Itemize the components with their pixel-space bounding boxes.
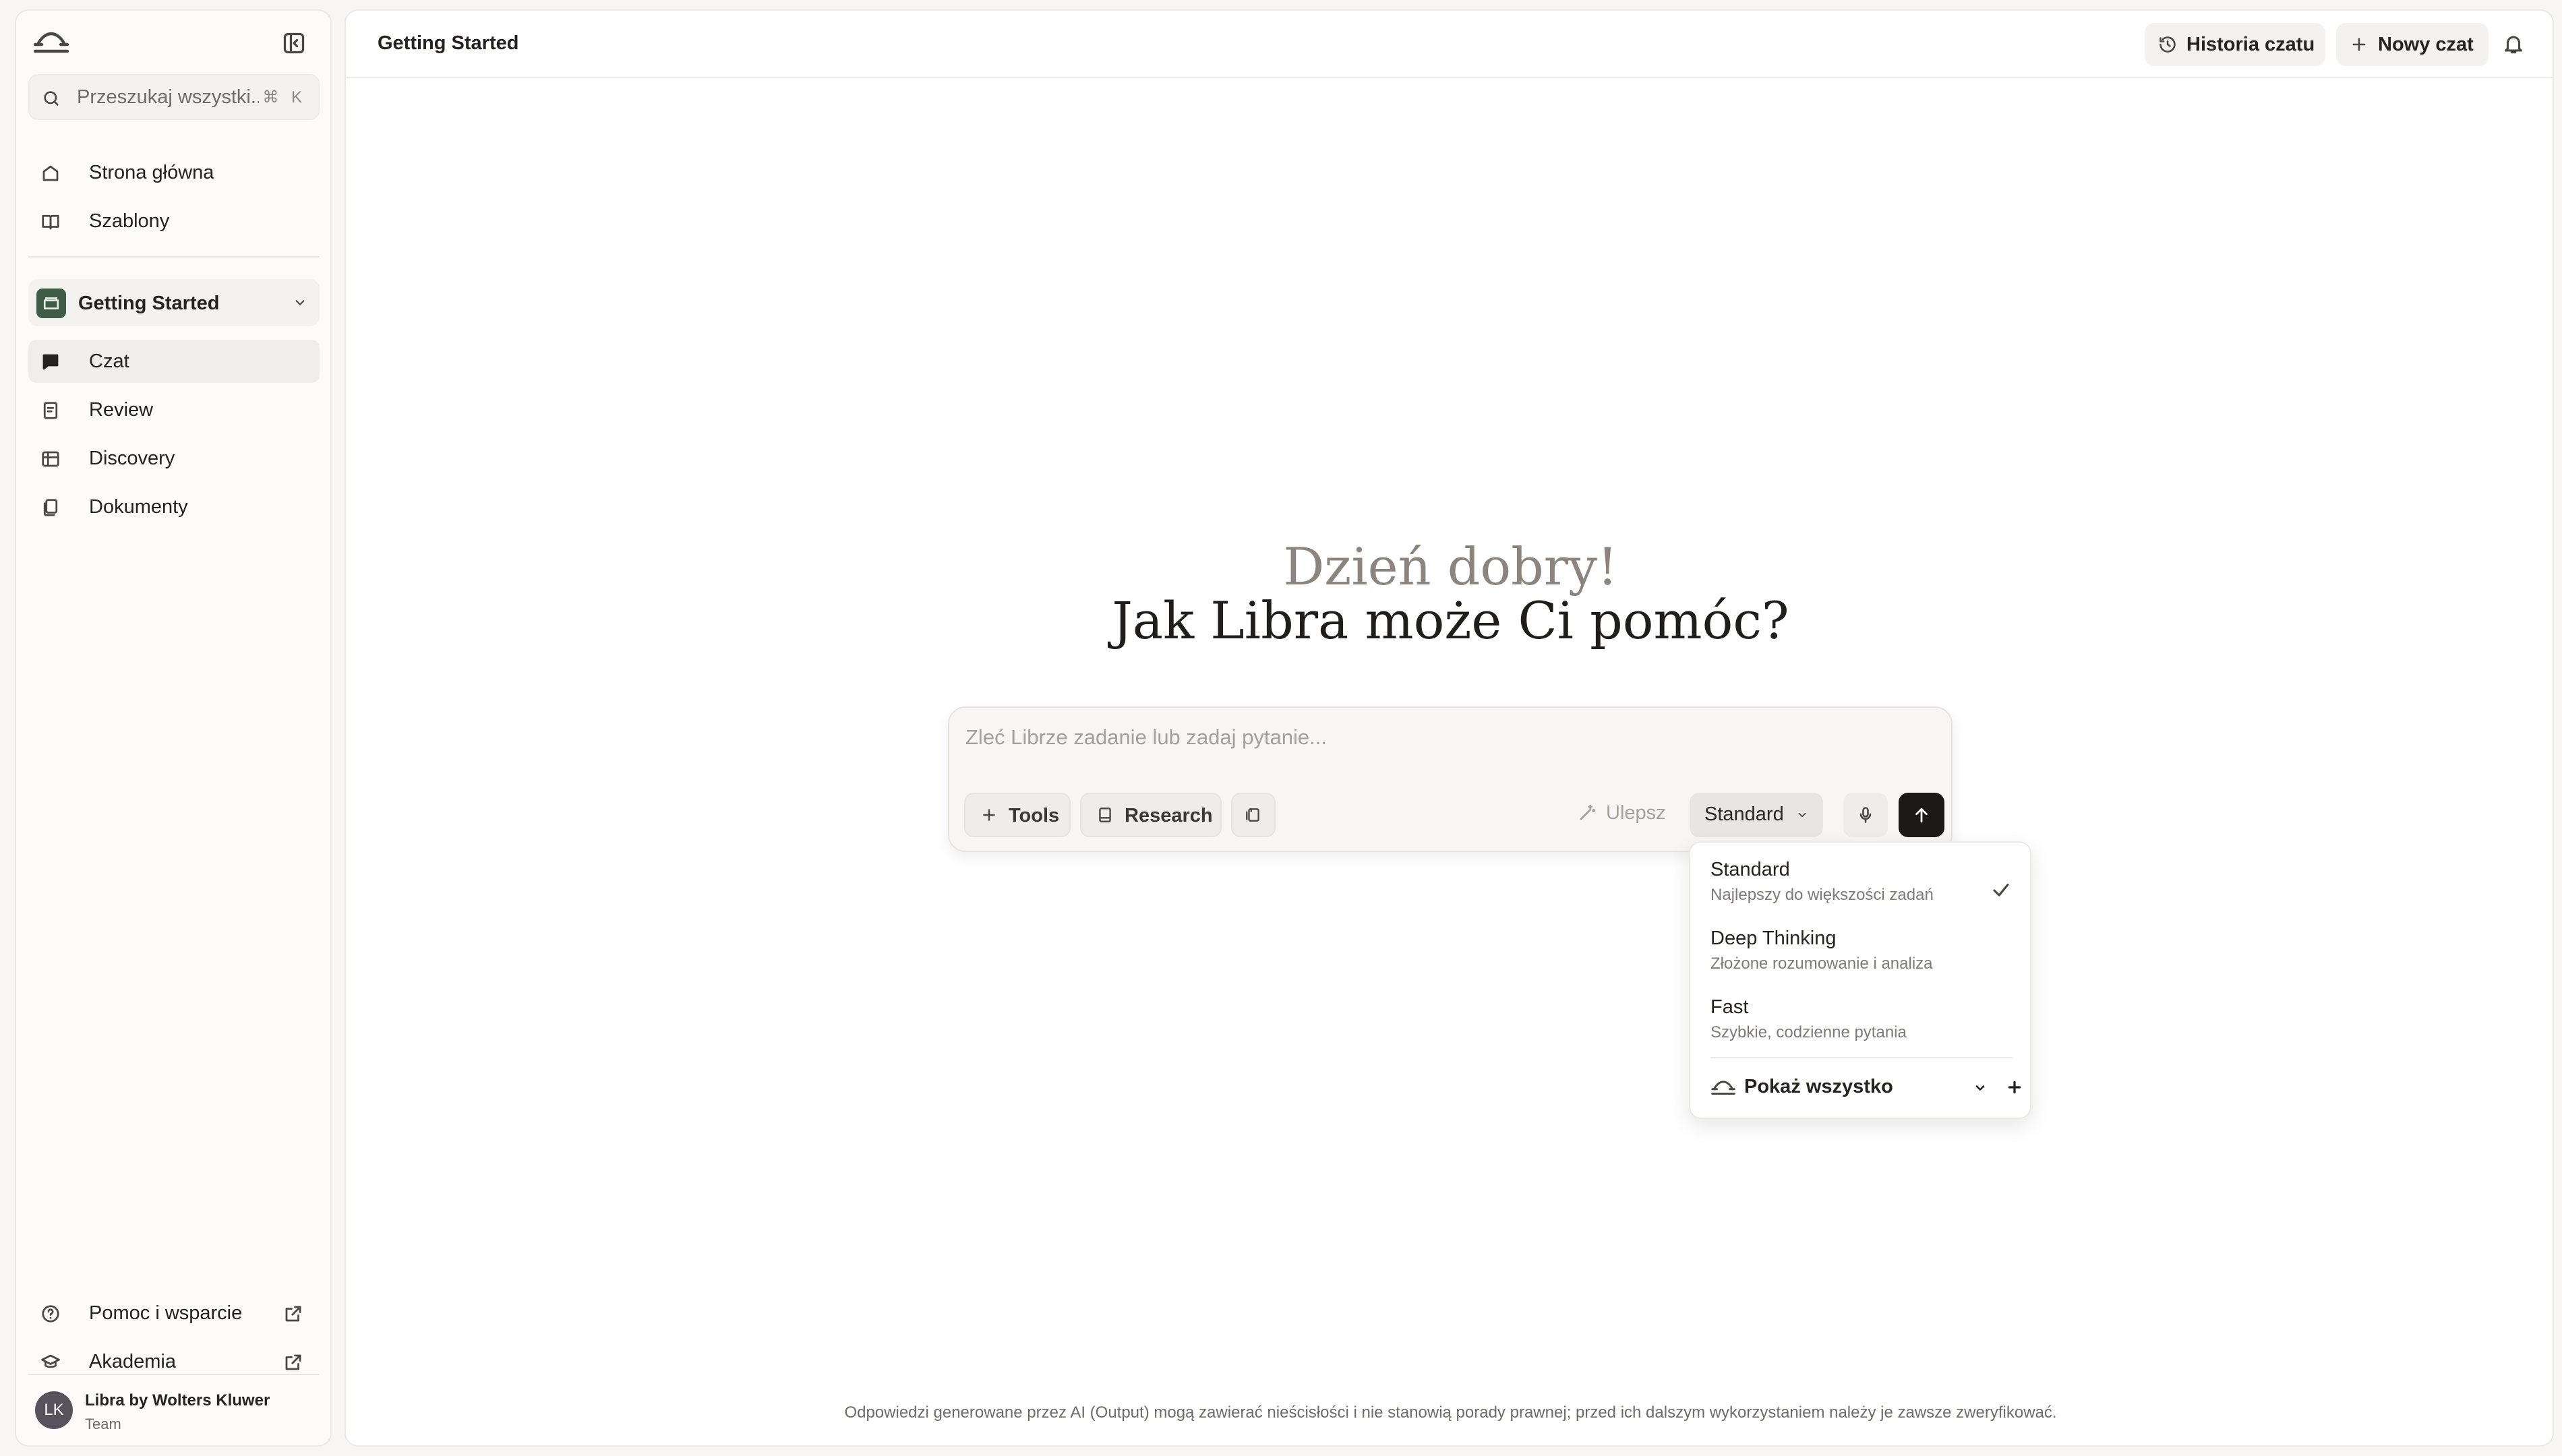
- plus-icon[interactable]: [2006, 1079, 2023, 1096]
- workspace-folder-icon: [36, 289, 66, 318]
- plus-icon: [980, 806, 998, 824]
- search-icon: [42, 89, 61, 108]
- model-option-desc: Złożone rozumowanie i analiza: [1710, 954, 1933, 973]
- model-selector-button[interactable]: Standard: [1690, 793, 1823, 837]
- sidebar-item-review[interactable]: Review: [28, 388, 320, 431]
- chat-history-label: Historia czatu: [2186, 34, 2315, 55]
- attach-document-button[interactable]: [1231, 793, 1276, 837]
- chevron-down-icon: [1796, 809, 1808, 821]
- sidebar-item-templates[interactable]: Szablony: [28, 200, 320, 243]
- user-profile[interactable]: LK Libra by Wolters Kluwer Team: [28, 1385, 320, 1437]
- magic-wand-icon: [1578, 802, 1598, 822]
- model-option-deep-thinking[interactable]: Deep Thinking Złożone rozumowanie i anal…: [1710, 928, 2021, 988]
- sidebar-divider: [28, 1374, 320, 1375]
- greeting-line-2: Jak Libra może Ci pomóc?: [1112, 590, 1789, 650]
- model-selector-label: Standard: [1704, 803, 1784, 825]
- tools-label: Tools: [1009, 805, 1060, 826]
- send-button[interactable]: [1899, 793, 1944, 837]
- new-chat-label: Nowy czat: [2378, 34, 2474, 55]
- review-icon: [40, 400, 61, 421]
- user-plan: Team: [85, 1416, 121, 1432]
- sidebar-item-label: Dokumenty: [89, 496, 188, 518]
- main-panel: Getting Started Historia czatu Nowy czat…: [345, 9, 2554, 1447]
- model-option-desc: Szybkie, codzienne pytania: [1710, 1023, 1907, 1041]
- model-option-fast[interactable]: Fast Szybkie, codzienne pytania: [1710, 996, 2021, 1057]
- avatar: LK: [35, 1391, 73, 1429]
- show-all-models-button[interactable]: Pokaż wszystko: [1710, 1074, 2021, 1108]
- workspace-selector[interactable]: Getting Started: [28, 279, 320, 326]
- chevron-down-icon: [293, 295, 307, 310]
- sidebar-item-label: Pomoc i wsparcie: [89, 1302, 243, 1324]
- model-option-standard[interactable]: Standard Najlepszy do większości zadań: [1710, 859, 2021, 919]
- chevron-down-icon[interactable]: [1973, 1081, 1987, 1095]
- external-link-icon: [283, 1352, 303, 1372]
- new-chat-button[interactable]: Nowy czat: [2336, 23, 2489, 66]
- chat-composer: Tools Research Ulepsz Standard: [948, 706, 1953, 852]
- sidebar-item-label: Strona główna: [89, 162, 214, 183]
- sidebar-item-chat[interactable]: Czat: [28, 340, 320, 383]
- tools-button[interactable]: Tools: [964, 793, 1071, 837]
- plus-icon: [2350, 35, 2369, 54]
- notification-bell-icon[interactable]: [2502, 32, 2525, 55]
- checkmark-icon: [1990, 879, 2013, 902]
- ai-disclaimer: Odpowiedzi generowane przez AI (Output) …: [844, 1403, 2057, 1422]
- table-icon: [40, 449, 61, 469]
- research-button[interactable]: Research: [1080, 793, 1222, 837]
- sidebar: ⌘ K Strona główna Szablony Getting Start…: [15, 9, 332, 1447]
- sidebar-item-help[interactable]: Pomoc i wsparcie: [28, 1292, 320, 1335]
- greeting-line-1: Dzień dobry!: [1283, 537, 1618, 597]
- chat-icon: [40, 352, 61, 372]
- sidebar-item-label: Czat: [89, 351, 129, 372]
- model-option-name: Deep Thinking: [1710, 928, 1837, 949]
- home-icon: [40, 163, 61, 183]
- help-icon: [40, 1304, 61, 1324]
- sidebar-item-label: Akademia: [89, 1351, 176, 1372]
- dropdown-divider: [1710, 1057, 2013, 1058]
- libra-logo-icon: [1710, 1077, 1736, 1097]
- external-link-icon: [283, 1304, 303, 1324]
- sidebar-item-label: Szablony: [89, 210, 170, 232]
- sidebar-item-label: Review: [89, 399, 154, 421]
- model-option-desc: Najlepszy do większości zadań: [1710, 886, 1934, 904]
- prompt-input[interactable]: [965, 725, 1842, 759]
- document-attach-icon: [1245, 806, 1262, 824]
- documents-icon: [40, 497, 61, 518]
- sidebar-item-home[interactable]: Strona główna: [28, 151, 320, 194]
- sidebar-item-academy[interactable]: Akademia: [28, 1340, 320, 1383]
- sidebar-item-discovery[interactable]: Discovery: [28, 437, 320, 480]
- graduation-cap-icon: [40, 1352, 61, 1372]
- model-option-name: Standard: [1710, 859, 1790, 880]
- user-name: Libra by Wolters Kluwer: [85, 1391, 270, 1409]
- book-icon: [40, 212, 61, 232]
- chat-history-button[interactable]: Historia czatu: [2145, 23, 2325, 66]
- sidebar-item-documents[interactable]: Dokumenty: [28, 485, 320, 528]
- sidebar-collapse-icon[interactable]: [282, 31, 306, 55]
- sidebar-item-label: Discovery: [89, 448, 175, 469]
- microphone-button[interactable]: [1843, 793, 1888, 837]
- model-option-name: Fast: [1710, 996, 1749, 1018]
- improve-label: Ulepsz: [1606, 802, 1666, 824]
- history-icon: [2158, 35, 2177, 54]
- research-label: Research: [1125, 805, 1213, 826]
- model-dropdown-menu: Standard Najlepszy do większości zadań D…: [1689, 841, 2031, 1119]
- search-input[interactable]: [77, 82, 259, 112]
- workspace-label: Getting Started: [78, 293, 220, 314]
- top-bar: Getting Started Historia czatu Nowy czat: [346, 11, 2553, 78]
- libra-logo-icon[interactable]: [32, 28, 70, 55]
- search-box[interactable]: ⌘ K: [28, 74, 320, 120]
- arrow-up-icon: [1911, 805, 1932, 825]
- research-book-icon: [1096, 806, 1114, 824]
- show-all-label: Pokaż wszystko: [1744, 1076, 1893, 1097]
- search-shortcut: ⌘ K: [262, 88, 306, 107]
- sidebar-divider: [28, 256, 320, 257]
- microphone-icon: [1856, 806, 1875, 824]
- page-title: Getting Started: [378, 32, 519, 54]
